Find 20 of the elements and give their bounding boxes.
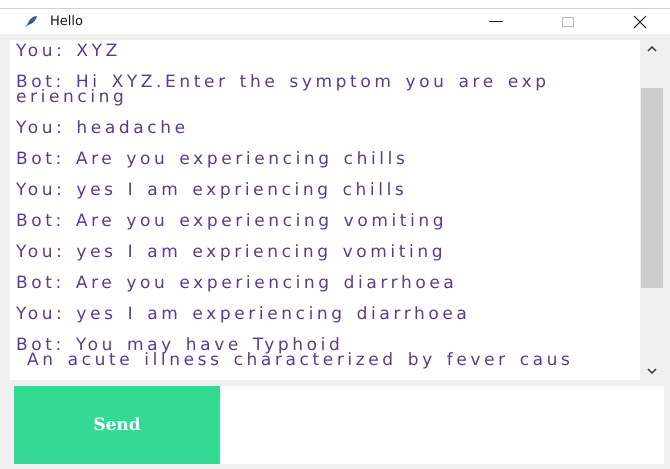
chat-message: Bot: Are you experiencing vomiting <box>16 214 448 229</box>
chat-message: Bot: Are you experiencing chills <box>16 152 410 167</box>
scroll-thumb[interactable] <box>641 88 663 288</box>
window-title: Hello <box>50 14 84 29</box>
close-icon <box>633 14 647 28</box>
scroll-down-icon[interactable] <box>647 368 657 374</box>
chat-message: Bot: You may have Typhoid An acute illness characterized by fever caus <box>16 338 575 368</box>
chat-message: Bot: Are you experiencing diarrhoea <box>16 276 458 291</box>
chat-message: You: headache <box>16 121 190 136</box>
maximize-icon <box>562 16 574 26</box>
chat-message: You: yes I am expriencing vomiting <box>16 245 448 260</box>
message-input[interactable] <box>220 386 664 464</box>
chat-message: You: XYZ <box>16 44 122 59</box>
feather-icon <box>24 14 38 28</box>
send-button[interactable]: Send <box>14 386 220 464</box>
chat-message: You: yes I am experiencing diarrhoea <box>16 307 472 322</box>
chat-message: Bot: Hi XYZ.Enter the symptom you are exp eriencing <box>16 75 551 105</box>
chat-message: You: yes I am expriencing chills <box>16 183 408 198</box>
scroll-up-icon[interactable] <box>647 46 657 52</box>
minimize-icon <box>489 21 503 22</box>
